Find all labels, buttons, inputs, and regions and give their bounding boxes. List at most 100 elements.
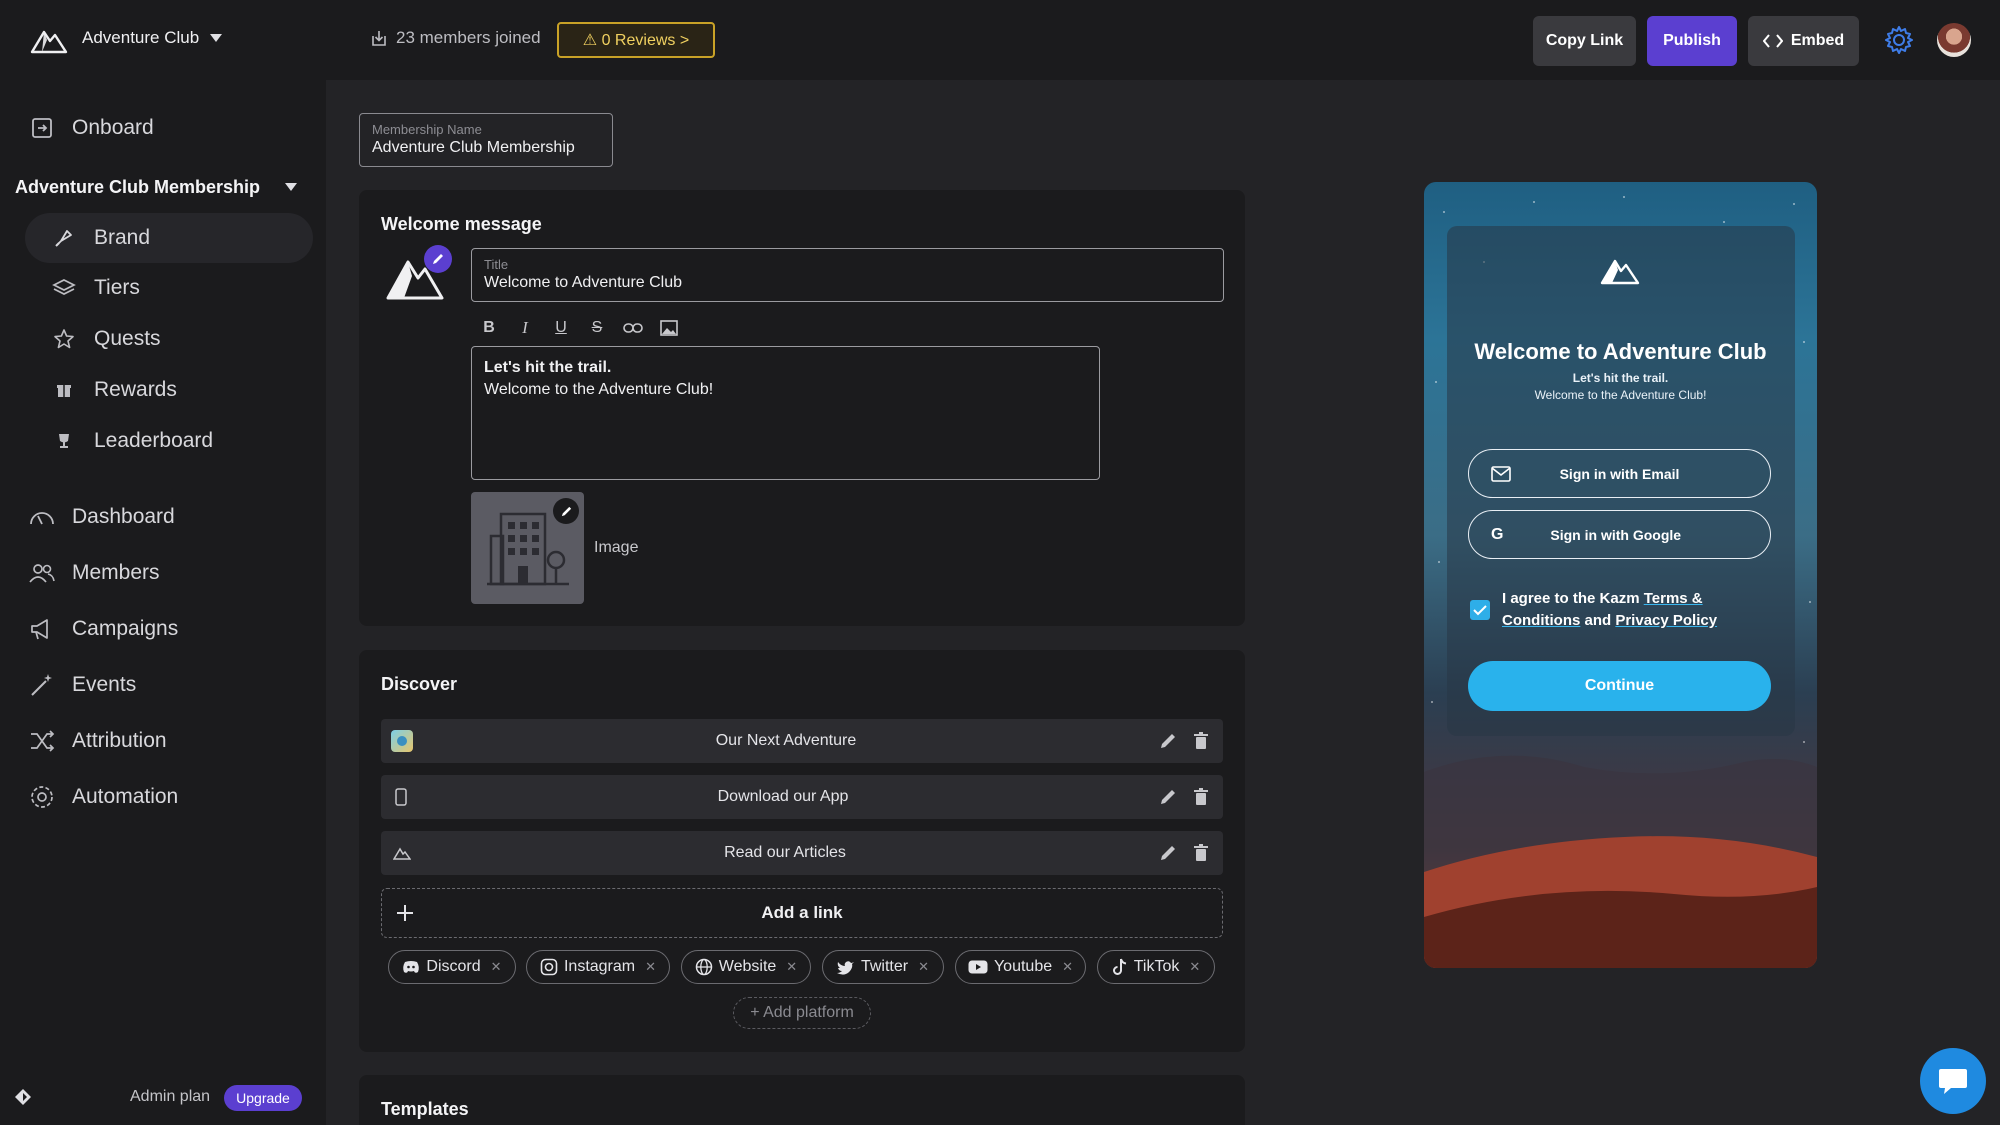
sidebar-item-attribution[interactable]: Attribution <box>28 727 167 755</box>
platform-chip-website[interactable]: Website ✕ <box>681 950 811 984</box>
add-link-label: Add a link <box>761 903 843 922</box>
strikethrough-icon[interactable]: S <box>586 317 608 339</box>
link-label: Download our App <box>717 788 849 805</box>
chat-icon <box>1937 1066 1969 1096</box>
globe-icon <box>695 958 713 976</box>
welcome-body-editor[interactable]: Let's hit the trail. Welcome to the Adve… <box>471 346 1100 480</box>
chevron-down-icon[interactable] <box>210 34 222 42</box>
body-line-bold: Let's hit the trail. <box>484 359 612 376</box>
publish-button[interactable]: Publish <box>1647 16 1737 66</box>
agree-prefix: I agree to the Kazm <box>1502 590 1640 607</box>
trash-icon[interactable] <box>1193 844 1209 862</box>
pencil-icon[interactable] <box>1159 788 1177 806</box>
image-icon[interactable] <box>658 317 680 339</box>
remove-icon[interactable]: ✕ <box>918 959 929 975</box>
button-label: Sign in with Google <box>1550 526 1682 543</box>
link-row[interactable]: Download our App <box>381 775 1223 819</box>
chevron-down-icon[interactable] <box>285 183 297 191</box>
sidebar-item-onboard[interactable]: Onboard <box>28 114 154 142</box>
platform-chip-youtube[interactable]: Youtube ✕ <box>955 950 1086 984</box>
discover-title: Discover <box>381 674 458 694</box>
sign-in-email-button[interactable]: Sign in with Email <box>1468 449 1771 498</box>
mail-icon <box>1491 465 1511 482</box>
sidebar-item-campaigns[interactable]: Campaigns <box>28 615 178 643</box>
preview-subtitle: Welcome to the Adventure Club! <box>1534 388 1707 402</box>
field-label: Title <box>484 257 509 272</box>
link-row[interactable]: Our Next Adventure <box>381 719 1223 763</box>
shuffle-icon <box>28 727 56 755</box>
avatar[interactable] <box>1937 23 1971 57</box>
edit-logo-button[interactable] <box>424 245 452 273</box>
field-value: Adventure Club Membership <box>372 139 575 156</box>
trash-icon[interactable] <box>1193 788 1209 806</box>
sidebar-item-quests[interactable]: Quests <box>50 325 161 353</box>
pencil-icon <box>431 252 445 266</box>
link-icon[interactable] <box>622 317 644 339</box>
sidebar-item-tiers[interactable]: Tiers <box>50 274 140 302</box>
add-platform-button[interactable]: + Add platform <box>733 997 871 1029</box>
sidebar-item-leaderboard[interactable]: Leaderboard <box>50 427 213 455</box>
agree-and: and <box>1584 612 1612 629</box>
platform-chip-tiktok[interactable]: TikTok ✕ <box>1097 950 1215 984</box>
mountain-logo-icon[interactable] <box>30 26 68 54</box>
sidebar-item-members[interactable]: Members <box>28 559 160 587</box>
sign-in-google-button[interactable]: G Sign in with Google <box>1468 510 1771 559</box>
membership-section-title[interactable]: Adventure Club Membership <box>15 177 260 198</box>
field-label: Membership Name <box>372 122 482 137</box>
add-link-button[interactable]: Add a link <box>381 888 1223 938</box>
remove-icon[interactable]: ✕ <box>491 959 502 975</box>
members-joined-text: 23 members joined <box>396 28 541 47</box>
continue-button[interactable]: Continue <box>1468 661 1771 711</box>
link-row[interactable]: Read our Articles <box>381 831 1223 875</box>
download-icon <box>370 29 388 47</box>
chip-label: Website <box>718 958 777 975</box>
settings-gear-icon[interactable] <box>1883 24 1915 56</box>
reviews-button[interactable]: ⚠ 0 Reviews > <box>557 22 715 58</box>
twitter-icon <box>836 960 855 975</box>
platform-chip-discord[interactable]: Discord ✕ <box>388 950 516 984</box>
remove-icon[interactable]: ✕ <box>786 959 797 975</box>
terms-checkbox[interactable] <box>1470 600 1490 620</box>
trophy-icon <box>50 427 78 455</box>
button-label: Sign in with Email <box>1559 465 1680 482</box>
youtube-icon <box>968 960 988 974</box>
sidebar-item-events[interactable]: Events <box>28 671 136 699</box>
sidebar-item-automation[interactable]: Automation <box>28 783 178 811</box>
trash-icon[interactable] <box>1193 732 1209 750</box>
pencil-icon[interactable] <box>1159 732 1177 750</box>
privacy-link[interactable]: Privacy Policy <box>1615 612 1717 629</box>
mountain-logo-icon <box>1600 257 1640 285</box>
copy-link-button[interactable]: Copy Link <box>1533 16 1636 66</box>
templates-title: Templates <box>381 1099 469 1119</box>
remove-icon[interactable]: ✕ <box>1189 959 1200 975</box>
terms-text: I agree to the Kazm Terms & Conditions a… <box>1502 588 1762 632</box>
underline-icon[interactable]: U <box>550 317 572 339</box>
chat-support-button[interactable] <box>1920 1048 1986 1114</box>
sidebar-item-label: Campaigns <box>72 617 179 640</box>
edit-image-button[interactable] <box>553 498 579 524</box>
preview-title: Welcome to Adventure Club <box>1474 339 1767 364</box>
italic-icon[interactable]: I <box>514 317 536 339</box>
sidebar-item-brand[interactable]: Brand <box>50 224 150 252</box>
embed-button[interactable]: Embed <box>1748 16 1859 66</box>
platform-chip-twitter[interactable]: Twitter ✕ <box>822 950 944 984</box>
welcome-title-field[interactable]: Title Welcome to Adventure Club <box>471 248 1224 302</box>
sidebar-item-rewards[interactable]: Rewards <box>50 376 177 404</box>
membership-name-field[interactable]: Membership Name Adventure Club Membershi… <box>359 113 613 167</box>
kazm-logo-icon <box>14 1088 32 1106</box>
sidebar-item-dashboard[interactable]: Dashboard <box>28 503 175 531</box>
platform-chip-instagram[interactable]: Instagram ✕ <box>526 950 670 984</box>
sidebar-item-label: Automation <box>72 785 179 808</box>
upgrade-button[interactable]: Upgrade <box>224 1085 302 1111</box>
pencil-icon[interactable] <box>1159 844 1177 862</box>
bold-icon[interactable]: B <box>478 317 500 339</box>
chip-label: Twitter <box>860 958 909 975</box>
remove-icon[interactable]: ✕ <box>645 959 656 975</box>
chip-label: TikTok <box>1133 958 1180 975</box>
remove-icon[interactable]: ✕ <box>1062 959 1073 975</box>
gift-icon <box>50 376 78 404</box>
wand-icon <box>28 671 56 699</box>
admin-plan-label: Admin plan <box>130 1088 211 1105</box>
workspace-name[interactable]: Adventure Club <box>82 28 199 48</box>
link-label: Our Next Adventure <box>715 732 857 749</box>
